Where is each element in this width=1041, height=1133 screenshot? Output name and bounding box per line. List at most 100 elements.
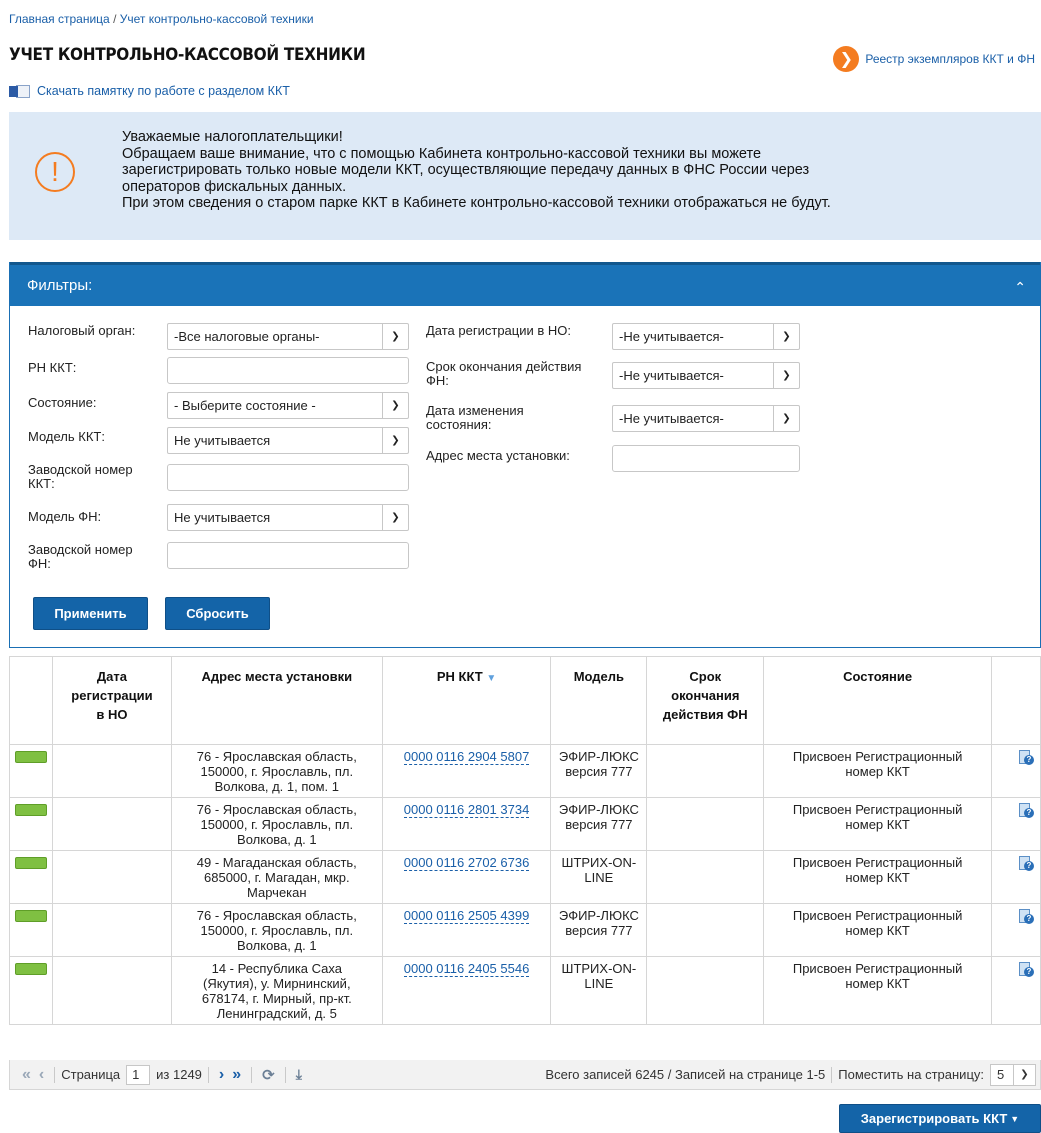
notice-line: Уважаемые налогоплательщики! xyxy=(122,129,343,145)
state-line: Присвоен Регистрационный xyxy=(792,855,963,870)
col-reg-date-line: в НО xyxy=(96,707,128,722)
tax-office-value: -Все налоговые органы- xyxy=(174,329,320,344)
state-select[interactable]: - Выберите состояние - ❯ xyxy=(167,392,409,419)
kkt-serial-input[interactable] xyxy=(167,464,409,491)
register-kkt-button[interactable]: Зарегистрировать ККТ ▼ xyxy=(839,1104,1041,1133)
chevron-down-icon[interactable]: ❯ xyxy=(1013,1064,1035,1085)
next-page-icon[interactable]: › xyxy=(215,1066,228,1084)
download-memo-label: Скачать памятку по работе с разделом ККТ xyxy=(37,84,290,98)
state-line: Присвоен Регистрационный xyxy=(792,749,963,764)
download-memo-link[interactable]: Скачать памятку по работе с разделом ККТ xyxy=(9,84,290,98)
rn-cell: 0000 0116 2405 5546 xyxy=(381,956,552,1025)
tax-office-select[interactable]: -Все налоговые органы- ❯ xyxy=(167,323,409,350)
state-change-date-label-line: Дата изменения xyxy=(426,403,524,418)
chevron-down-icon[interactable]: ❯ xyxy=(773,363,799,388)
sort-desc-icon: ▼ xyxy=(486,673,497,684)
table-row[interactable]: 49 - Магаданская область, 685000, г. Мага… xyxy=(9,850,1041,904)
reset-button[interactable]: Сбросить xyxy=(165,597,270,630)
fn-expiry-cell xyxy=(646,744,765,798)
model-line: LINE xyxy=(584,870,614,885)
breadcrumb: Главная страница / Учет контрольно-кассо… xyxy=(9,12,314,26)
col-reg-date-line: Дата xyxy=(96,669,127,684)
apply-button[interactable]: Применить xyxy=(33,597,148,630)
table-row[interactable]: 76 - Ярославская область, 150000, г. Ярос… xyxy=(9,903,1041,957)
model-line: версия 777 xyxy=(565,817,633,832)
rn-link[interactable]: 0000 0116 2405 5546 xyxy=(403,961,530,977)
rn-link[interactable]: 0000 0116 2505 4399 xyxy=(403,908,530,924)
rn-cell: 0000 0116 2702 6736 xyxy=(381,850,552,904)
col-rn-label: РН ККТ xyxy=(436,669,483,684)
first-page-icon[interactable]: « xyxy=(18,1066,35,1084)
rn-link[interactable]: 0000 0116 2702 6736 xyxy=(403,855,530,871)
fn-expiry-select[interactable]: -Не учитывается- ❯ xyxy=(612,362,800,389)
download-icon[interactable]: ⤓ xyxy=(292,1066,306,1083)
per-page-select[interactable]: 5 ❯ xyxy=(990,1063,1036,1086)
col-reg-date[interactable]: Дата регистрации в НО xyxy=(51,656,172,745)
pager: « ‹ Страница 1 из 1249 › » ⟳ ⤓ Всего зап… xyxy=(9,1060,1041,1090)
col-state[interactable]: Состояние xyxy=(763,656,992,745)
chevron-down-icon[interactable]: ❯ xyxy=(773,406,799,431)
address-line: Волкова, д. 1 xyxy=(237,938,317,953)
install-address-input[interactable] xyxy=(612,445,800,472)
chevron-down-icon[interactable]: ❯ xyxy=(382,428,408,453)
rn-kkt-input[interactable] xyxy=(167,357,409,384)
col-address[interactable]: Адрес места установки xyxy=(170,656,383,745)
filters-header[interactable]: Фильтры: ⌃ xyxy=(10,262,1040,306)
document-info-icon[interactable]: ? xyxy=(1018,909,1034,925)
per-page-value: 5 xyxy=(997,1067,1005,1082)
page-label: Страница xyxy=(61,1067,121,1082)
table-row[interactable]: 76 - Ярославская область, 150000, г. Ярос… xyxy=(9,744,1041,798)
reg-date-cell xyxy=(51,956,172,1025)
chevron-down-icon[interactable]: ❯ xyxy=(773,324,799,349)
address-cell: 49 - Магаданская область, 685000, г. Мага… xyxy=(170,850,383,904)
last-page-icon[interactable]: » xyxy=(228,1066,245,1084)
document-info-icon[interactable]: ? xyxy=(1018,962,1034,978)
refresh-icon[interactable]: ⟳ xyxy=(258,1066,279,1084)
col-fn-expiry[interactable]: Срок окончания действия ФН xyxy=(646,656,765,745)
state-label: Состояние: xyxy=(28,395,97,410)
fn-expiry-cell xyxy=(646,850,765,904)
state-change-date-select[interactable]: -Не учитывается- ❯ xyxy=(612,405,800,432)
model-cell: ЭФИР-ЛЮКС версия 777 xyxy=(550,903,648,957)
fn-serial-input[interactable] xyxy=(167,542,409,569)
table-body: 76 - Ярославская область, 150000, г. Ярос… xyxy=(9,744,1041,1025)
chevron-down-icon[interactable]: ❯ xyxy=(382,324,408,349)
row-status-cell xyxy=(9,850,53,904)
table-row[interactable]: 14 - Республика Саха (Якутия), у. Мирнинс… xyxy=(9,956,1041,1025)
rn-link[interactable]: 0000 0116 2904 5807 xyxy=(403,749,530,765)
state-change-date-label-line: состояния: xyxy=(426,417,492,432)
chevron-down-icon[interactable]: ❯ xyxy=(382,505,408,530)
address-line: 150000, г. Ярославль, пл. xyxy=(200,817,354,832)
address-line: 685000, г. Магадан, мкр. xyxy=(204,870,350,885)
chevron-down-icon[interactable]: ❯ xyxy=(382,393,408,418)
model-cell: ШТРИХ-ON- LINE xyxy=(550,956,648,1025)
breadcrumb-current-link[interactable]: Учет контрольно-кассовой техники xyxy=(120,12,314,26)
model-line: версия 777 xyxy=(565,764,633,779)
state-line: номер ККТ xyxy=(845,923,910,938)
reg-date-select[interactable]: -Не учитывается- ❯ xyxy=(612,323,800,350)
registry-link[interactable]: ❯ Реестр экземпляров ККТ и ФН xyxy=(833,46,1035,72)
fn-expiry-cell xyxy=(646,797,765,851)
kkt-model-select[interactable]: Не учитывается ❯ xyxy=(167,427,409,454)
rn-kkt-label: РН ККТ: xyxy=(28,360,77,375)
document-info-icon[interactable]: ? xyxy=(1018,803,1034,819)
fn-model-select[interactable]: Не учитывается ❯ xyxy=(167,504,409,531)
document-info-icon[interactable]: ? xyxy=(1018,856,1034,872)
notice-line: операторов фискальных данных. xyxy=(122,178,347,195)
reg-date-value: -Не учитывается- xyxy=(619,329,724,344)
document-info-icon[interactable]: ? xyxy=(1018,750,1034,766)
per-page-label: Поместить на страницу: xyxy=(838,1067,984,1082)
col-fn-expiry-line: Срок xyxy=(689,669,722,684)
address-line: 14 - Республика Саха xyxy=(211,961,342,976)
chevron-up-icon[interactable]: ⌃ xyxy=(1014,279,1026,296)
prev-page-icon[interactable]: ‹ xyxy=(35,1066,48,1084)
notice-text: Уважаемые налогоплательщики! Обращаем ва… xyxy=(122,129,831,212)
rn-link[interactable]: 0000 0116 2801 3734 xyxy=(403,802,530,818)
page-input[interactable]: 1 xyxy=(126,1064,151,1085)
actions-cell: ? xyxy=(991,956,1041,1025)
col-rn[interactable]: РН ККТ ▼ xyxy=(381,656,552,745)
breadcrumb-home-link[interactable]: Главная страница xyxy=(9,12,110,26)
table-row[interactable]: 76 - Ярославская область, 150000, г. Ярос… xyxy=(9,797,1041,851)
model-cell: ШТРИХ-ON- LINE xyxy=(550,850,648,904)
col-model[interactable]: Модель xyxy=(550,656,648,745)
